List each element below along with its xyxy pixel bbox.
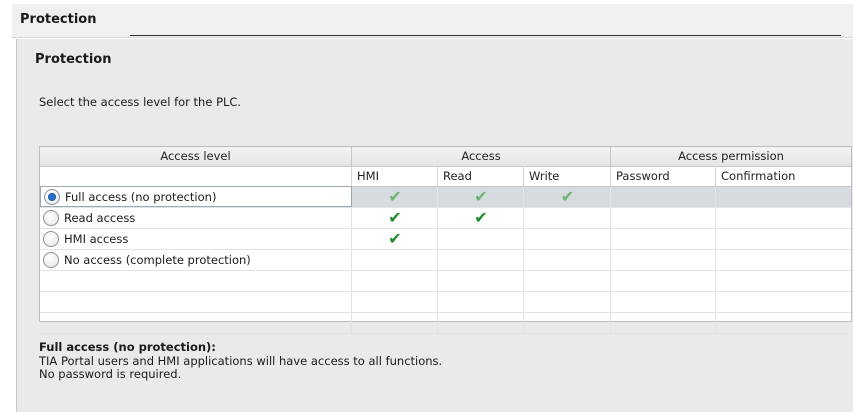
checkmark-icon: ✔: [388, 208, 402, 227]
cell-password: [611, 292, 716, 312]
access-level-cell[interactable]: Full access (no protection): [40, 186, 352, 207]
info-line-2: No password is required.: [39, 367, 182, 381]
cell-read: [438, 271, 524, 291]
cell-hmi: [352, 250, 438, 270]
cell-write: [524, 292, 611, 312]
subheader-hmi: HMI: [352, 167, 438, 187]
cell-password: [611, 313, 716, 333]
cell-hmi: [352, 292, 438, 312]
cell-read: ✔: [438, 208, 524, 228]
protection-panel: Protection Select the access level for t…: [16, 39, 853, 412]
access-level-label: Read access: [64, 211, 136, 225]
checkmark-icon: ✔: [474, 208, 488, 227]
cell-confirmation: [716, 187, 851, 207]
table-row: [40, 313, 851, 334]
cell-read: ✔: [438, 187, 524, 207]
cell-password: [611, 187, 716, 207]
table-row[interactable]: Read access ✔ ✔: [40, 208, 851, 229]
subheader-read: Read: [438, 167, 524, 187]
cell-confirmation: [716, 292, 851, 312]
cell-read: [438, 250, 524, 270]
access-level-cell: [40, 313, 352, 333]
cell-password: [611, 208, 716, 228]
section-header: Protection: [12, 4, 853, 38]
access-level-cell: [40, 292, 352, 312]
cell-password: [611, 229, 716, 249]
access-level-cell: [40, 271, 352, 291]
section-title: Protection: [20, 12, 97, 27]
radio-button[interactable]: [43, 210, 59, 226]
cell-confirmation: [716, 208, 851, 228]
subheader-confirmation: Confirmation: [716, 167, 851, 187]
cell-hmi: [352, 271, 438, 291]
table-row[interactable]: Full access (no protection) ✔ ✔ ✔: [40, 186, 851, 208]
table-row[interactable]: No access (complete protection): [40, 250, 851, 271]
cell-write: [524, 271, 611, 291]
cell-write: [524, 250, 611, 270]
cell-hmi: ✔: [352, 229, 438, 249]
cell-confirmation: [716, 250, 851, 270]
access-level-label: Full access (no protection): [65, 190, 217, 204]
radio-button[interactable]: [44, 189, 60, 205]
access-level-label: No access (complete protection): [64, 253, 251, 267]
cell-write: [524, 229, 611, 249]
access-level-cell[interactable]: Read access: [40, 208, 352, 228]
cell-write: [524, 313, 611, 333]
info-text: Full access (no protection): TIA Portal …: [39, 341, 442, 381]
cell-write: [524, 208, 611, 228]
subheader-password: Password: [611, 167, 716, 187]
header-access-level: Access level: [40, 147, 352, 167]
cell-hmi: [352, 313, 438, 333]
access-level-cell[interactable]: No access (complete protection): [40, 250, 352, 270]
access-level-table: Access level Access Access permission HM…: [39, 146, 852, 334]
cell-confirmation: [716, 271, 851, 291]
cell-read: [438, 229, 524, 249]
table-row: [40, 271, 851, 292]
panel-description: Select the access level for the PLC.: [39, 95, 242, 109]
section-divider: [130, 35, 841, 36]
subheader-blank: [40, 167, 352, 187]
access-level-label: HMI access: [64, 232, 129, 246]
checkmark-icon: ✔: [560, 187, 575, 206]
table-row[interactable]: HMI access ✔: [40, 229, 851, 250]
header-access: Access: [352, 147, 611, 167]
cell-password: [611, 250, 716, 270]
cell-read: [438, 292, 524, 312]
cell-write: ✔: [524, 187, 611, 207]
info-title: Full access (no protection):: [39, 340, 216, 354]
cell-hmi: ✔: [352, 208, 438, 228]
checkmark-icon: ✔: [474, 187, 488, 206]
cell-hmi: ✔: [352, 187, 438, 207]
checkmark-icon: ✔: [388, 229, 402, 248]
access-level-cell[interactable]: HMI access: [40, 229, 352, 249]
radio-button[interactable]: [43, 231, 59, 247]
cell-password: [611, 271, 716, 291]
cell-confirmation: [716, 313, 851, 333]
panel-title: Protection: [35, 52, 112, 67]
table-row: [40, 292, 851, 313]
cell-confirmation: [716, 229, 851, 249]
checkmark-icon: ✔: [388, 187, 402, 206]
radio-button[interactable]: [43, 252, 59, 268]
header-access-permission: Access permission: [611, 147, 851, 167]
cell-read: [438, 313, 524, 333]
subheader-write: Write: [524, 167, 611, 187]
